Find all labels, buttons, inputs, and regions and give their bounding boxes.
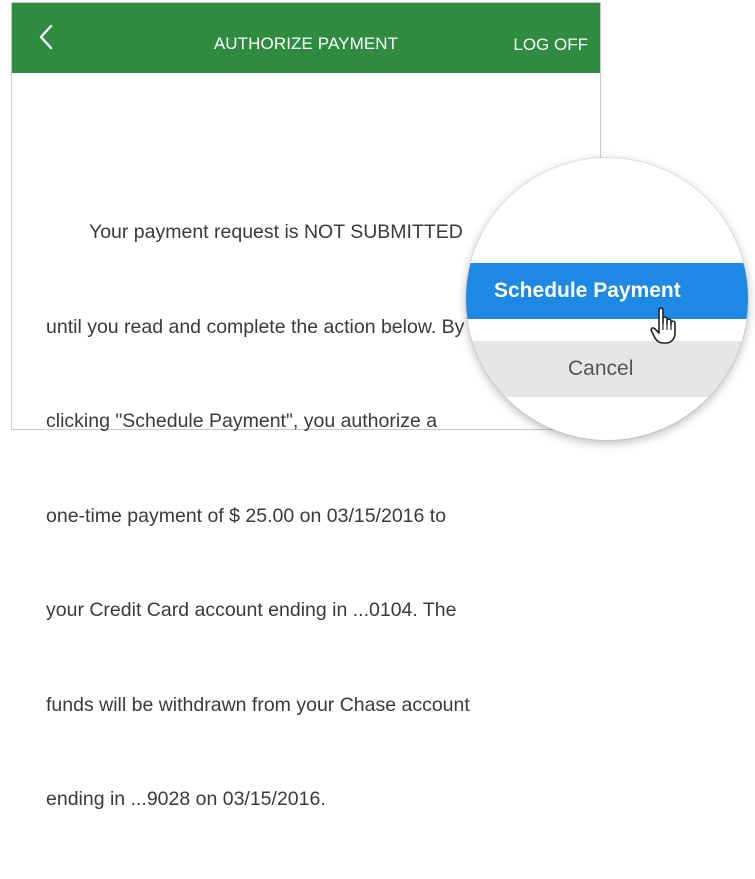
page-title: AUTHORIZE PAYMENT [213, 34, 399, 53]
message-line: one-time payment of $ 25.00 on 03/15/201… [46, 504, 447, 527]
magnifier-callout: Schedule Payment Cancel [466, 158, 748, 440]
schedule-payment-button[interactable]: Schedule Payment [466, 263, 748, 319]
message-line: clicking "Schedule Payment", you authori… [46, 410, 438, 432]
message-line: funds will be withdrawn from your Chase … [46, 693, 470, 716]
hand-pointer-icon [650, 307, 676, 344]
log-off-button[interactable]: LOG OFF [513, 3, 588, 73]
message-line: your Credit Card account ending in ...01… [46, 599, 457, 621]
cancel-button[interactable]: Cancel [466, 341, 748, 397]
header-bar: AUTHORIZE PAYMENT LOG OFF [12, 3, 600, 73]
message-line: ending in ...9028 on 03/15/2016. [46, 788, 326, 810]
